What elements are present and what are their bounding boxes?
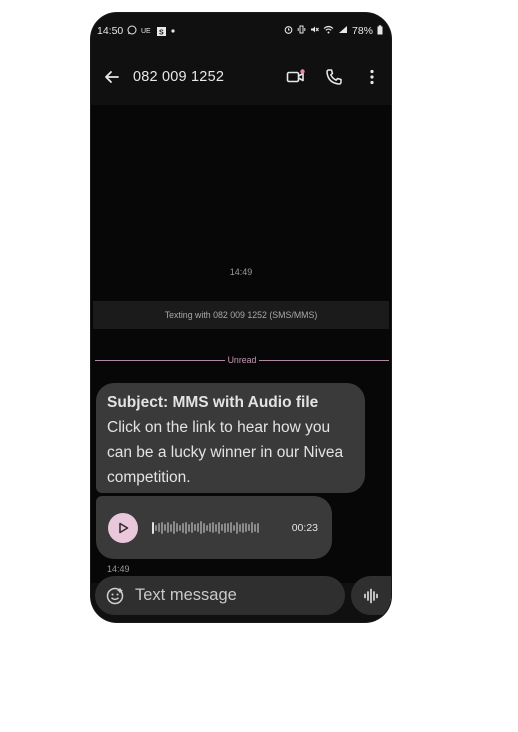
waveform-bar [173,521,175,534]
waveform-bar [212,522,214,533]
message-body: Click on the link to hear how you can be… [107,419,344,486]
waveform-bar [170,523,172,532]
alarm-icon [284,25,293,37]
status-left: 14:50 UE S [97,25,176,38]
more-vert-icon[interactable] [361,66,383,88]
waveform-bar [188,523,190,532]
waveform-bar [185,521,187,534]
audio-waveform[interactable] [152,520,280,536]
waveform-bar [179,524,181,531]
status-bar: 14:50 UE S 78% [91,13,391,49]
waveform-bar [254,523,256,532]
ue-icon: UE [141,26,153,36]
app-bar: 082 009 1252 [91,49,391,105]
unread-divider: Unread [95,354,390,366]
waveform-bar [221,524,223,531]
waveform-bar [230,522,232,533]
waveform-bar [236,521,238,534]
waveform-bar [248,524,250,531]
waveform-bar [152,521,154,534]
waveform-bar [233,524,235,531]
voice-wave-icon [364,588,378,603]
mute-icon [310,25,319,37]
emoji-sticker-icon[interactable] [105,585,125,607]
status-time: 14:50 [97,25,124,37]
message-input[interactable] [135,586,355,605]
waveform-bar [167,522,169,533]
waveform-bar [227,523,229,532]
waveform-bar [194,524,196,531]
unread-label: Unread [227,355,257,365]
waveform-bar [206,524,208,531]
svg-text:UE: UE [141,28,151,34]
texting-banner: Texting with 082 009 1252 (SMS/MMS) [93,301,389,329]
message-subject: Subject: MMS with Audio file [107,394,319,411]
waveform-bar [161,521,163,534]
back-arrow-icon[interactable] [103,68,121,86]
unread-line-right [259,359,390,361]
waveform-bar [155,524,157,531]
waveform-bar [218,521,220,534]
battery-icon [377,24,383,38]
signal-icon [338,25,348,37]
unread-line-left [95,359,225,361]
play-icon [119,522,129,533]
earlier-timestamp: 14:49 [229,267,253,277]
waveform-bar [224,522,226,533]
message-thread[interactable]: 14:49 Texting with 082 009 1252 (SMS/MMS… [91,105,391,583]
svg-text:S: S [159,29,164,36]
message-timestamp: 14:49 [107,564,130,574]
waveform-bar [209,523,211,532]
waveform-bar [182,522,184,533]
waveform-bar [164,524,166,531]
s-icon: S [157,26,167,36]
conversation-title: 082 009 1252 [133,69,225,85]
waveform-bar [245,523,247,532]
waveform-bar [191,522,193,533]
waveform-bar [215,523,217,532]
waveform-bar [203,522,205,533]
battery-percent: 78% [351,25,373,37]
message-bubble[interactable]: Subject: MMS with Audio file Click on th… [96,383,365,493]
composer-bar [95,576,391,615]
waveform-bar [251,522,253,533]
wifi-icon [323,25,334,37]
waveform-bar [158,523,160,532]
vibrate-icon [297,25,306,37]
waveform-bar [197,523,199,532]
whatsapp-icon [127,25,137,38]
play-button[interactable] [108,512,138,543]
audio-attachment[interactable]: 00:23 [96,496,332,559]
audio-duration: 00:23 [291,521,318,534]
phone-screen: 14:50 UE S 78% 082 009 1252 14:49 Textin… [91,13,391,622]
waveform-bar [242,522,244,533]
phone-icon[interactable] [323,66,345,88]
waveform-bar [200,521,202,534]
dot-icon [170,25,176,37]
status-right: 78% [284,24,383,38]
waveform-bar [239,523,241,532]
waveform-bar [257,522,259,533]
waveform-bar [176,523,178,532]
voice-record-button[interactable] [351,576,391,615]
video-call-icon[interactable] [285,66,307,88]
